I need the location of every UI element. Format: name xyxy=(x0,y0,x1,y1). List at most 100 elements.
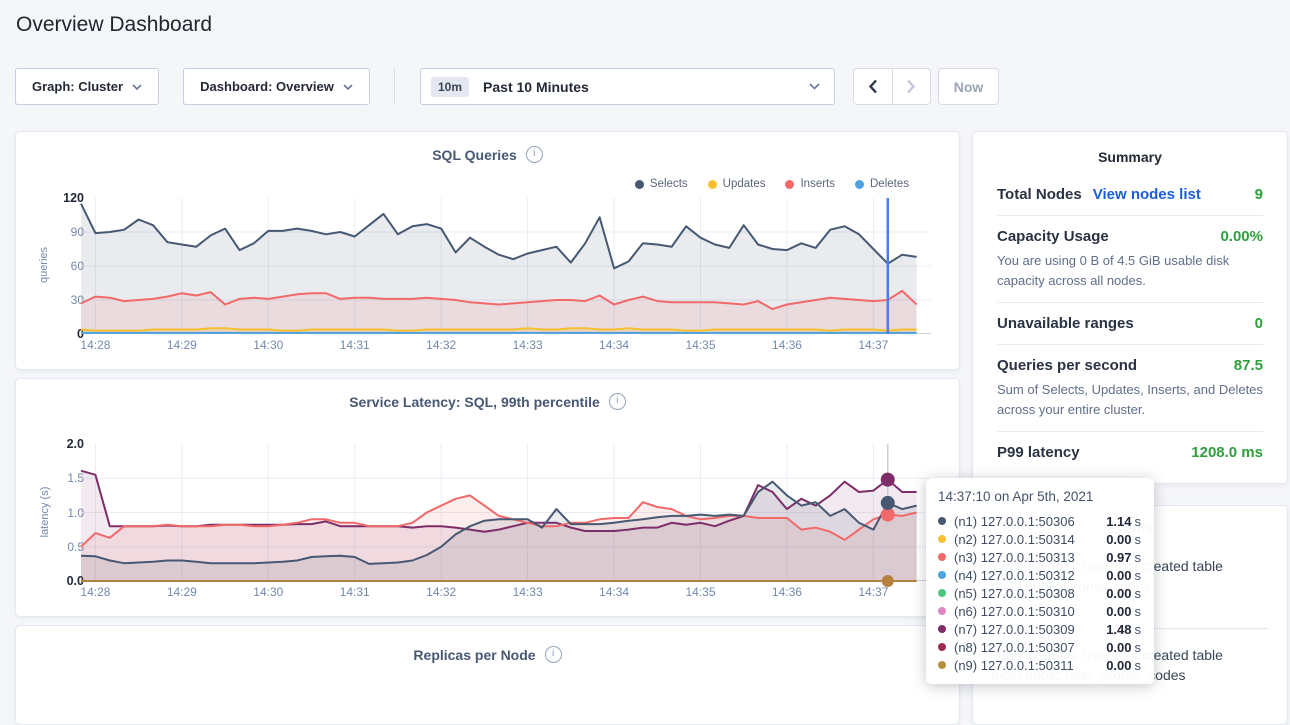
x-axis-tick-label: 14:35 xyxy=(680,585,720,599)
summary-value: 0 xyxy=(1255,315,1263,332)
node-address: (n4) 127.0.0.1:50312 xyxy=(954,568,1075,583)
tooltip-node-row: (n5) 127.0.0.1:50308 0.00 s xyxy=(938,584,1141,602)
replicas-per-node-chart-card: Replicas per Node i xyxy=(15,625,960,725)
time-range-label: Past 10 Minutes xyxy=(483,79,589,95)
legend-item-selects[interactable]: Selects xyxy=(635,178,688,190)
time-range-badge: 10m xyxy=(431,77,469,97)
node-latency-unit: s xyxy=(1135,550,1142,565)
legend-item-deletes[interactable]: Deletes xyxy=(855,178,909,190)
node-color-dot xyxy=(938,607,946,615)
graph-scope-label: Graph: Cluster xyxy=(32,79,123,94)
summary-row-capacity: Capacity Usage 0.00% You are using 0 B o… xyxy=(997,216,1263,303)
chevron-down-icon xyxy=(132,84,142,90)
x-axis-ticks: 14:2814:2914:3014:3114:3214:3314:3414:35… xyxy=(16,585,959,601)
x-axis-tick-label: 14:29 xyxy=(162,585,202,599)
node-address: (n2) 127.0.0.1:50314 xyxy=(954,532,1075,547)
node-latency-unit: s xyxy=(1135,658,1142,673)
node-latency-value: 0.00 xyxy=(1106,532,1131,547)
tooltip-node-row: (n4) 127.0.0.1:50312 0.00 s xyxy=(938,566,1141,584)
node-color-dot xyxy=(938,643,946,651)
chart-title-row: Replicas per Node i xyxy=(16,646,959,663)
y-axis-tick-label: 2.0 xyxy=(32,437,84,451)
info-icon[interactable]: i xyxy=(526,146,543,163)
node-latency-unit: s xyxy=(1135,604,1142,619)
x-axis-tick-label: 14:28 xyxy=(75,338,115,352)
summary-description: Sum of Selects, Updates, Inserts, and De… xyxy=(997,380,1263,419)
x-axis-tick-label: 14:33 xyxy=(508,585,548,599)
summary-label: Total Nodes xyxy=(997,186,1082,203)
node-latency-value: 0.00 xyxy=(1106,586,1131,601)
summary-label: Queries per second xyxy=(997,357,1137,374)
chevron-left-icon xyxy=(868,79,878,94)
summary-label: P99 latency xyxy=(997,444,1080,461)
summary-description: You are using 0 B of 4.5 GiB usable disk… xyxy=(997,251,1263,290)
node-color-dot xyxy=(938,571,946,579)
x-axis-tick-label: 14:29 xyxy=(162,338,202,352)
legend-item-inserts[interactable]: Inserts xyxy=(785,178,835,190)
sql-queries-chart-canvas[interactable] xyxy=(81,198,931,334)
summary-value: 0.00% xyxy=(1220,228,1263,245)
x-axis-tick-label: 14:36 xyxy=(767,338,807,352)
chart-title-row: SQL Queries i xyxy=(16,146,959,163)
y-axis-tick-label: 30 xyxy=(32,293,84,307)
tooltip-node-row: (n1) 127.0.0.1:50306 1.14 s xyxy=(938,512,1141,530)
x-axis-tick-label: 14:32 xyxy=(421,338,461,352)
x-axis-tick-label: 14:33 xyxy=(508,338,548,352)
tooltip-node-row: (n3) 127.0.0.1:50313 0.97 s xyxy=(938,548,1141,566)
info-icon[interactable]: i xyxy=(545,646,562,663)
y-axis-tick-label: 120 xyxy=(32,191,84,205)
graph-scope-dropdown[interactable]: Graph: Cluster xyxy=(15,68,159,105)
node-latency-unit: s xyxy=(1135,532,1142,547)
view-nodes-list-link[interactable]: View nodes list xyxy=(1093,186,1201,203)
node-address: (n7) 127.0.0.1:50309 xyxy=(954,622,1075,637)
tooltip-node-row: (n8) 127.0.0.1:50307 0.00 s xyxy=(938,638,1141,656)
prev-time-button[interactable] xyxy=(854,69,892,104)
sql-queries-chart-title: SQL Queries xyxy=(432,147,517,163)
page-title: Overview Dashboard xyxy=(16,13,212,37)
dashboard-dropdown[interactable]: Dashboard: Overview xyxy=(183,68,370,105)
node-latency-unit: s xyxy=(1135,640,1142,655)
next-time-button xyxy=(892,69,931,104)
legend-dot xyxy=(708,180,717,189)
node-color-dot xyxy=(938,661,946,669)
node-color-dot xyxy=(938,589,946,597)
y-axis-unit-label: latency (s) xyxy=(39,477,51,547)
tooltip-node-row: (n2) 127.0.0.1:50314 0.00 s xyxy=(938,530,1141,548)
x-axis-tick-label: 14:30 xyxy=(248,338,288,352)
info-icon[interactable]: i xyxy=(609,393,626,410)
summary-row-p99-latency: P99 latency 1208.0 ms xyxy=(997,432,1263,473)
y-axis-unit-label: queries xyxy=(38,235,50,295)
summary-row-qps: Queries per second 87.5 Sum of Selects, … xyxy=(997,345,1263,432)
legend-label: Updates xyxy=(723,178,766,190)
node-latency-value: 0.97 xyxy=(1106,550,1131,565)
dashboard-label: Dashboard: Overview xyxy=(200,79,334,94)
node-latency-unit: s xyxy=(1135,568,1142,583)
tooltip-node-row: (n6) 127.0.0.1:50310 0.00 s xyxy=(938,602,1141,620)
node-latency-value: 0.00 xyxy=(1106,658,1131,673)
legend-item-updates[interactable]: Updates xyxy=(708,178,766,190)
sql-queries-chart-card: SQL Queries i Selects Updates Inserts De… xyxy=(15,131,960,370)
summary-value: 87.5 xyxy=(1234,357,1263,374)
x-axis-tick-label: 14:30 xyxy=(248,585,288,599)
node-latency-value: 1.14 xyxy=(1106,514,1131,529)
hover-point-dot xyxy=(881,496,895,510)
time-range-dropdown[interactable]: 10m Past 10 Minutes xyxy=(420,68,835,105)
x-axis-tick-label: 14:31 xyxy=(335,585,375,599)
summary-label: Capacity Usage xyxy=(997,228,1109,245)
legend-dot xyxy=(785,180,794,189)
hover-point-dot xyxy=(881,473,895,487)
summary-panel: Summary Total Nodes View nodes list 9 Ca… xyxy=(972,131,1288,484)
node-color-dot xyxy=(938,535,946,543)
x-axis-tick-label: 14:34 xyxy=(594,338,634,352)
x-axis-tick-label: 14:35 xyxy=(680,338,720,352)
node-address: (n3) 127.0.0.1:50313 xyxy=(954,550,1075,565)
tooltip-node-row: (n7) 127.0.0.1:50309 1.48 s xyxy=(938,620,1141,638)
chevron-down-icon xyxy=(809,83,820,90)
service-latency-chart-canvas[interactable] xyxy=(81,444,931,581)
chart-title-row: Service Latency: SQL, 99th percentile i xyxy=(16,393,959,410)
chevron-down-icon xyxy=(343,84,353,90)
node-latency-value: 0.00 xyxy=(1106,568,1131,583)
tooltip-timestamp: 14:37:10 on Apr 5th, 2021 xyxy=(938,488,1141,506)
summary-value: 1208.0 ms xyxy=(1191,444,1263,461)
node-latency-unit: s xyxy=(1135,514,1142,529)
